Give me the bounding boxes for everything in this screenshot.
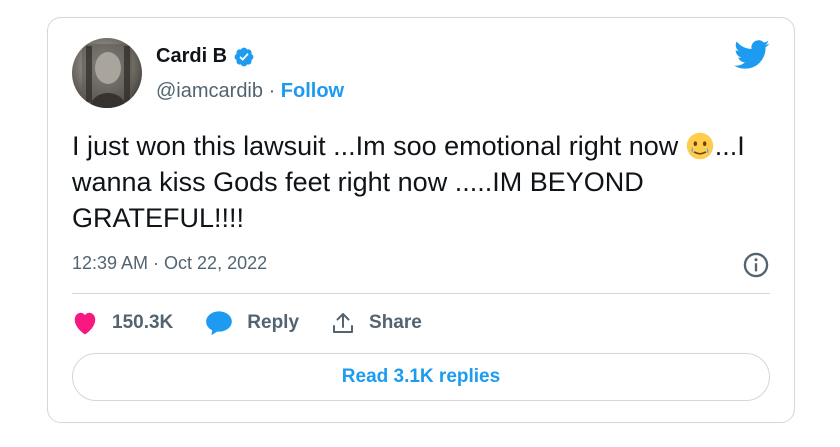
heart-icon xyxy=(74,312,96,335)
tweet-actions: 150.3K Reply Share xyxy=(72,310,454,336)
divider xyxy=(72,293,770,294)
author-handle-row: @iamcardib · Follow xyxy=(156,80,344,103)
avatar[interactable] xyxy=(72,38,142,108)
twitter-bird-icon[interactable] xyxy=(734,40,770,70)
share-icon xyxy=(333,313,354,333)
avatar-photo xyxy=(82,44,132,108)
handle-separator: · xyxy=(268,80,281,102)
face-holding-back-tears-icon xyxy=(686,132,713,160)
reply-label: Reply xyxy=(247,312,300,333)
info-icon[interactable] xyxy=(742,251,770,279)
author-name-row: Cardi B xyxy=(156,45,255,68)
share-label: Share xyxy=(369,312,422,333)
tweet-timestamp[interactable]: 12:39 AM · Oct 22, 2022 xyxy=(72,253,267,274)
tweet-text: I just won this lawsuit ...Im soo emotio… xyxy=(72,128,772,236)
reply-bubble-icon xyxy=(206,311,233,336)
like-count: 150.3K xyxy=(112,312,174,333)
tweet-card: Cardi B @iamcardib · Follow I just won t… xyxy=(47,17,795,423)
verified-badge-icon xyxy=(234,47,254,66)
tweet-text-part-1: I just won this lawsuit ...Im soo emotio… xyxy=(72,131,686,161)
author-handle[interactable]: @iamcardib xyxy=(156,80,263,102)
reply-button[interactable]: Reply xyxy=(205,310,299,336)
follow-button[interactable]: Follow xyxy=(281,80,344,102)
like-button[interactable]: 150.3K xyxy=(72,311,173,335)
author-display-name[interactable]: Cardi B xyxy=(156,45,227,68)
share-button[interactable]: Share xyxy=(331,311,422,335)
read-replies-button[interactable]: Read 3.1K replies xyxy=(72,353,770,401)
